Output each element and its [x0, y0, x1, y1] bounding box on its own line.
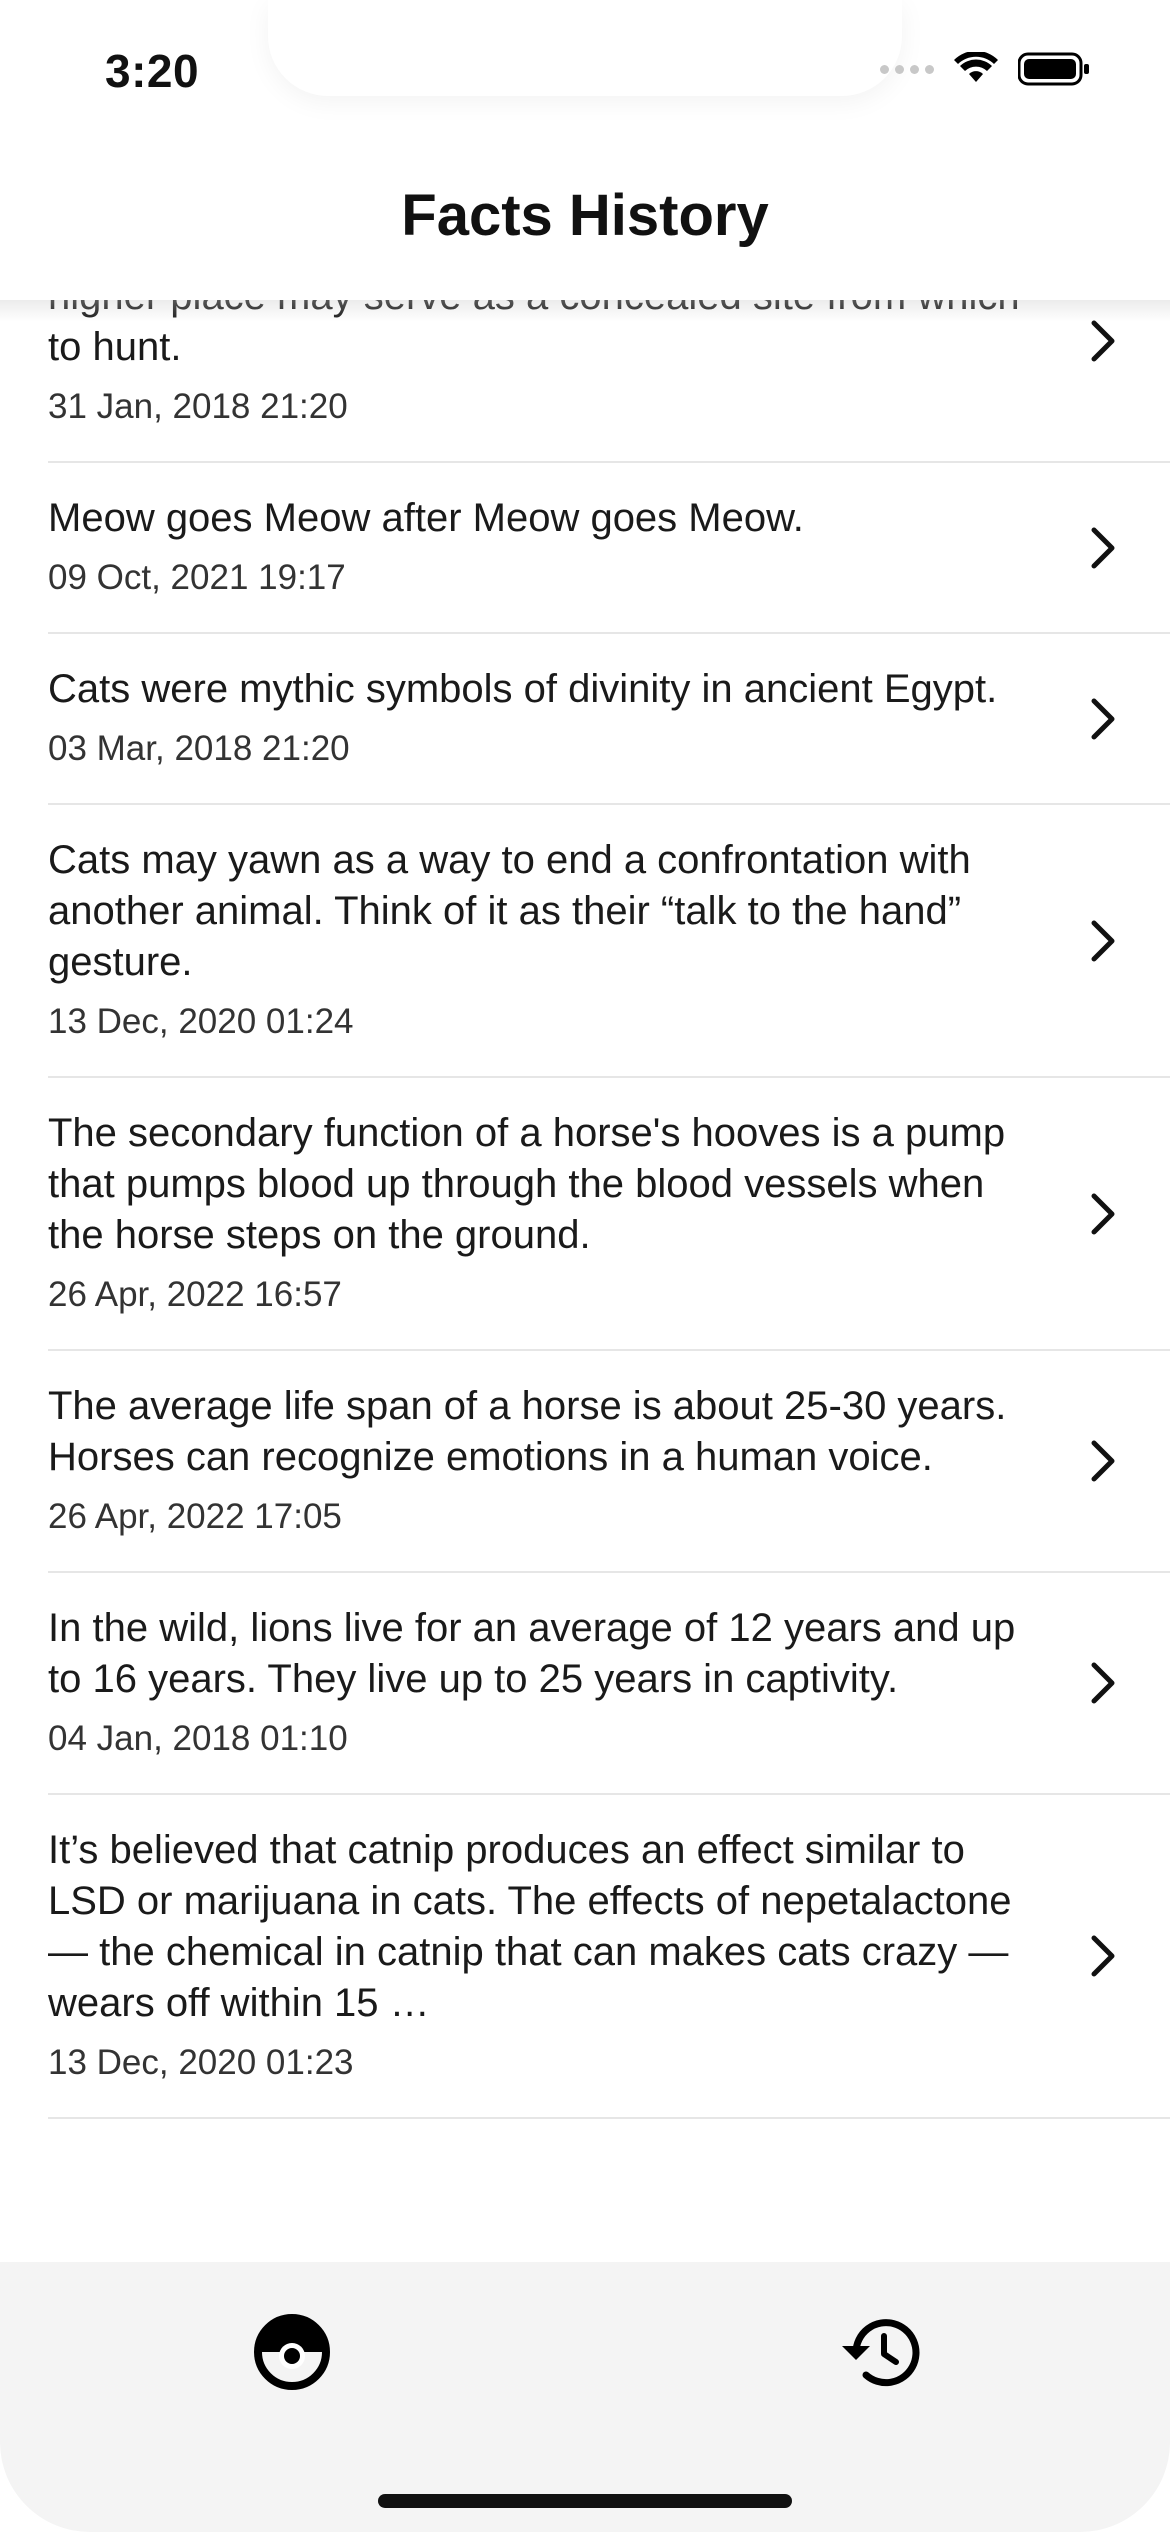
chevron-right-icon — [1091, 1193, 1115, 1234]
status-time: 3:20 — [105, 45, 200, 97]
tab-bar — [0, 2262, 1170, 2532]
fact-date: 13 Dec, 2020 01:23 — [48, 2043, 354, 2082]
fact-text: Cats may yawn as a way to end a confront… — [48, 838, 971, 984]
fact-list-item[interactable]: It’s believed that catnip produces an ef… — [48, 1795, 1170, 2119]
chevron-right-icon — [1091, 1935, 1115, 1977]
chevron-right-icon — [1091, 920, 1115, 961]
page-title: Facts History — [401, 183, 769, 248]
home-indicator — [378, 2494, 792, 2508]
facts-list-inner: settling in high places, or perching. In… — [0, 300, 1170, 2119]
fact-text: It’s believed that catnip produces an ef… — [48, 1828, 1012, 2025]
chevron-right-icon — [1091, 527, 1115, 568]
facts-list[interactable]: settling in high places, or perching. In… — [0, 300, 1170, 2260]
status-bar: 3:20 — [0, 0, 1170, 150]
fact-list-item[interactable]: In the wild, lions live for an average o… — [48, 1573, 1170, 1795]
fact-date: 04 Jan, 2018 01:10 — [48, 1719, 348, 1758]
fact-text: The secondary function of a horse's hoov… — [48, 1111, 1006, 1257]
fact-list-item[interactable]: The secondary function of a horse's hoov… — [48, 1078, 1170, 1351]
fact-date: 09 Oct, 2021 19:17 — [48, 558, 346, 597]
wifi-icon — [954, 52, 998, 82]
fact-list-item[interactable]: settling in high places, or perching. In… — [48, 300, 1170, 463]
fact-date: 03 Mar, 2018 21:20 — [48, 729, 350, 768]
cellular-signal-icon — [880, 64, 934, 74]
device-notch — [268, 0, 902, 96]
fact-list-item[interactable]: The average life span of a horse is abou… — [48, 1351, 1170, 1573]
tab-history[interactable] — [828, 2302, 928, 2402]
fact-text: The average life span of a horse is abou… — [48, 1384, 1007, 1479]
fact-date: 26 Apr, 2022 17:05 — [48, 1497, 342, 1536]
fact-date: 26 Apr, 2022 16:57 — [48, 1275, 342, 1314]
navigation-header: Facts History — [0, 150, 1170, 322]
chevron-right-icon — [1091, 1440, 1115, 1482]
fact-text: Cats were mythic symbols of divinity in … — [48, 667, 998, 711]
pokeball-icon — [254, 2314, 330, 2390]
fact-date: 13 Dec, 2020 01:24 — [48, 1002, 354, 1041]
chevron-right-icon — [1091, 1662, 1115, 1704]
chevron-right-icon — [1091, 698, 1115, 739]
tab-random-fact[interactable] — [242, 2302, 342, 2402]
fact-list-item[interactable]: Cats may yawn as a way to end a confront… — [48, 805, 1170, 1078]
fact-text: In the wild, lions live for an average o… — [48, 1606, 1016, 1701]
fact-list-item[interactable]: Cats were mythic symbols of divinity in … — [48, 634, 1170, 805]
status-icons — [880, 52, 1090, 86]
battery-icon — [1018, 52, 1089, 86]
fact-text: Meow goes Meow after Meow goes Meow. — [48, 496, 804, 540]
fact-date: 31 Jan, 2018 21:20 — [48, 387, 348, 426]
fact-list-item[interactable]: Meow goes Meow after Meow goes Meow. 09 O… — [48, 463, 1170, 634]
chevron-right-icon — [1091, 320, 1115, 361]
header-divider — [0, 300, 1170, 322]
history-icon — [842, 2319, 920, 2387]
